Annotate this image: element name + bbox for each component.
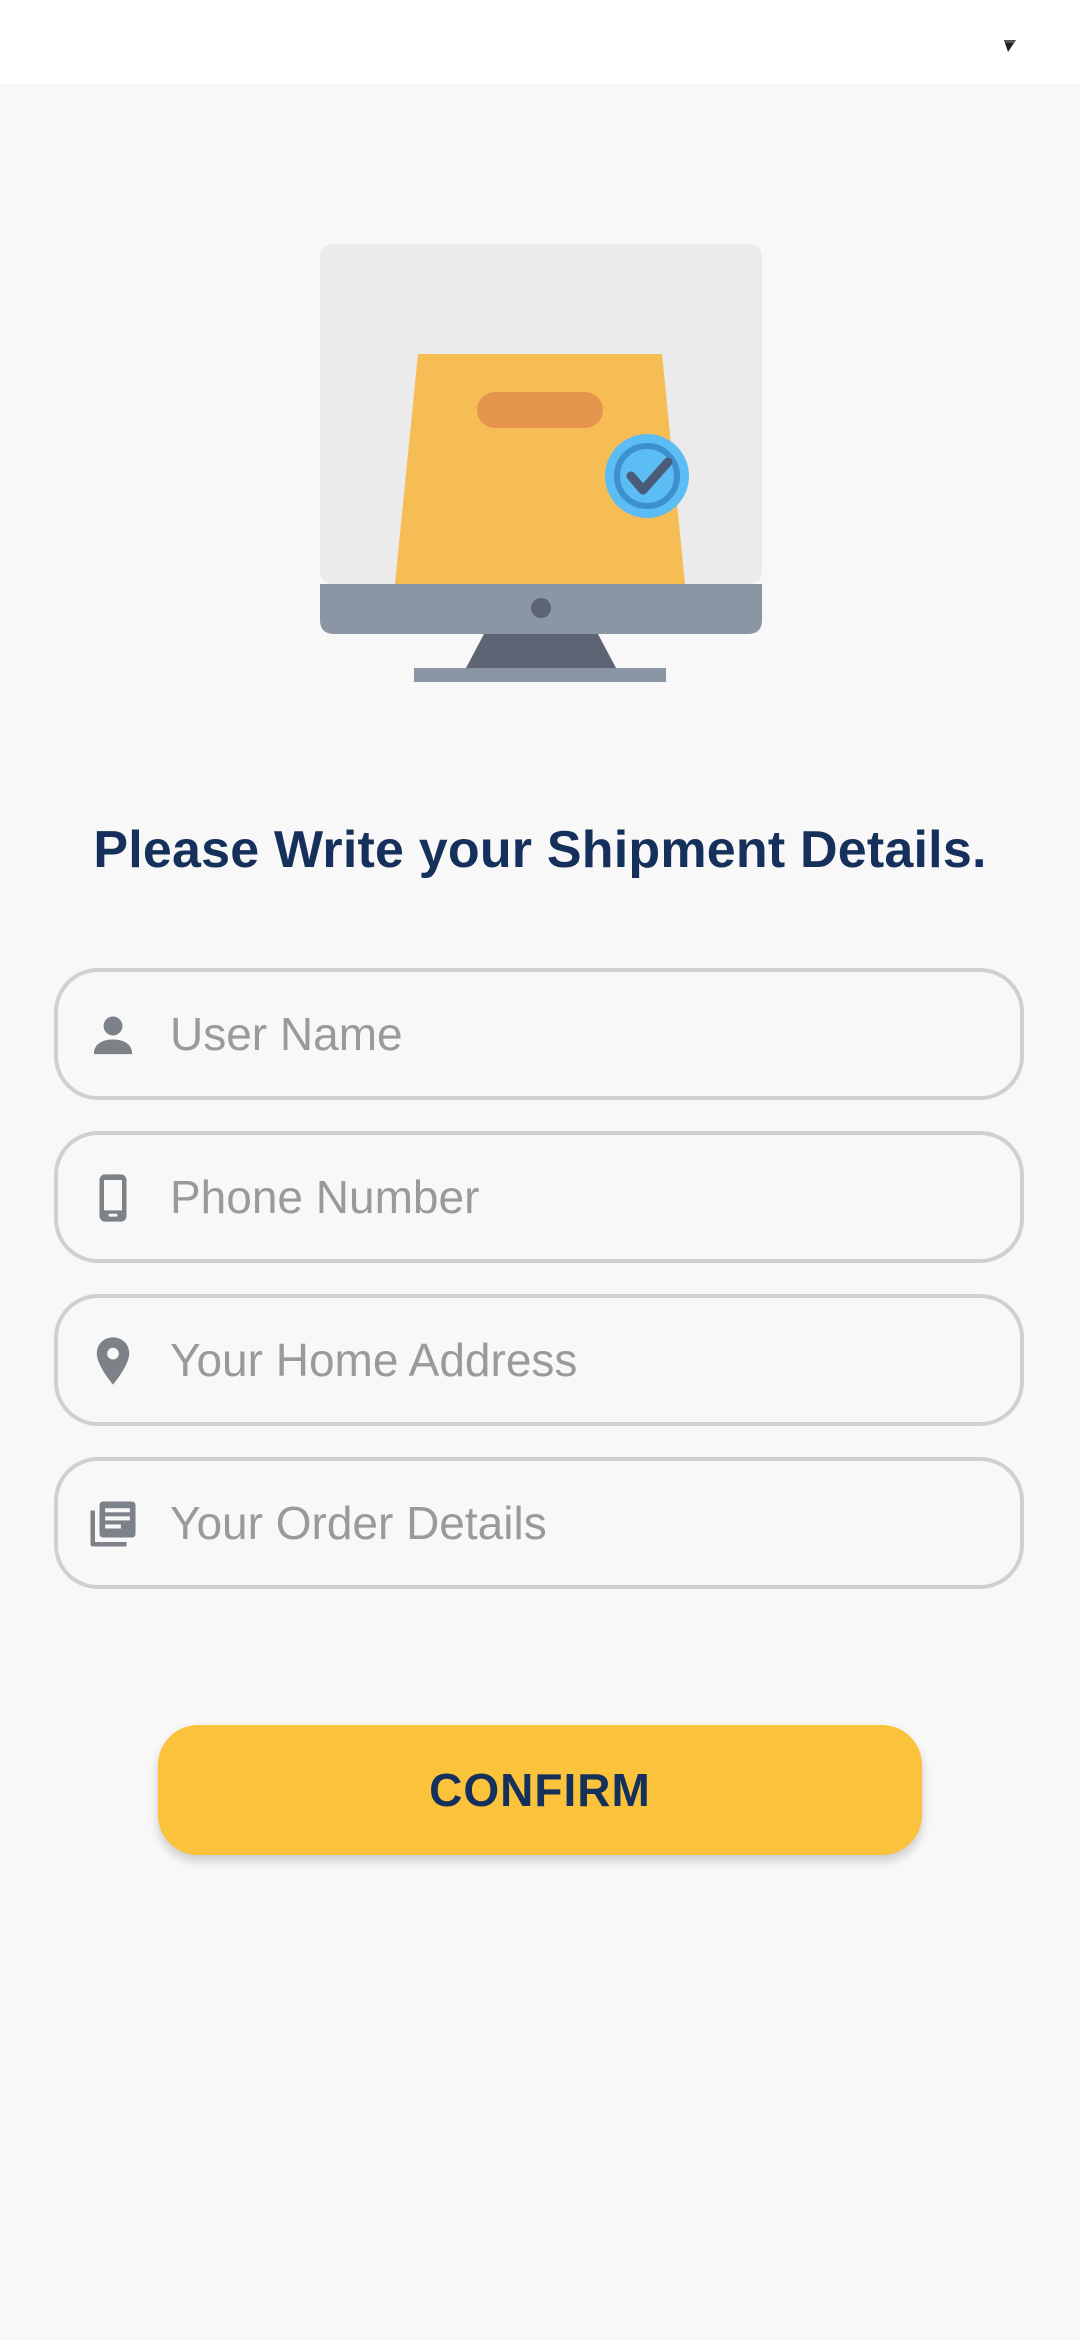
monitor-shopping-bag-check-illustration (320, 244, 762, 682)
home-address-input[interactable] (170, 1318, 990, 1402)
confirm-button[interactable]: CONFIRM (158, 1725, 922, 1855)
page-title: Please Write your Shipment Details. (93, 821, 987, 879)
order-details-input[interactable] (170, 1481, 990, 1565)
person-icon (93, 1016, 133, 1055)
user-name-input[interactable] (170, 992, 990, 1076)
status-bar (0, 0, 1080, 84)
order-details-icon (90, 1501, 136, 1547)
signal-icon (1004, 40, 1016, 52)
user-name-field[interactable] (54, 968, 1024, 1100)
phone-icon (99, 1174, 127, 1222)
phone-number-field[interactable] (54, 1131, 1024, 1263)
home-address-field[interactable] (54, 1294, 1024, 1426)
location-pin-icon (96, 1337, 130, 1385)
phone-number-input[interactable] (170, 1155, 990, 1239)
order-details-field[interactable] (54, 1457, 1024, 1589)
